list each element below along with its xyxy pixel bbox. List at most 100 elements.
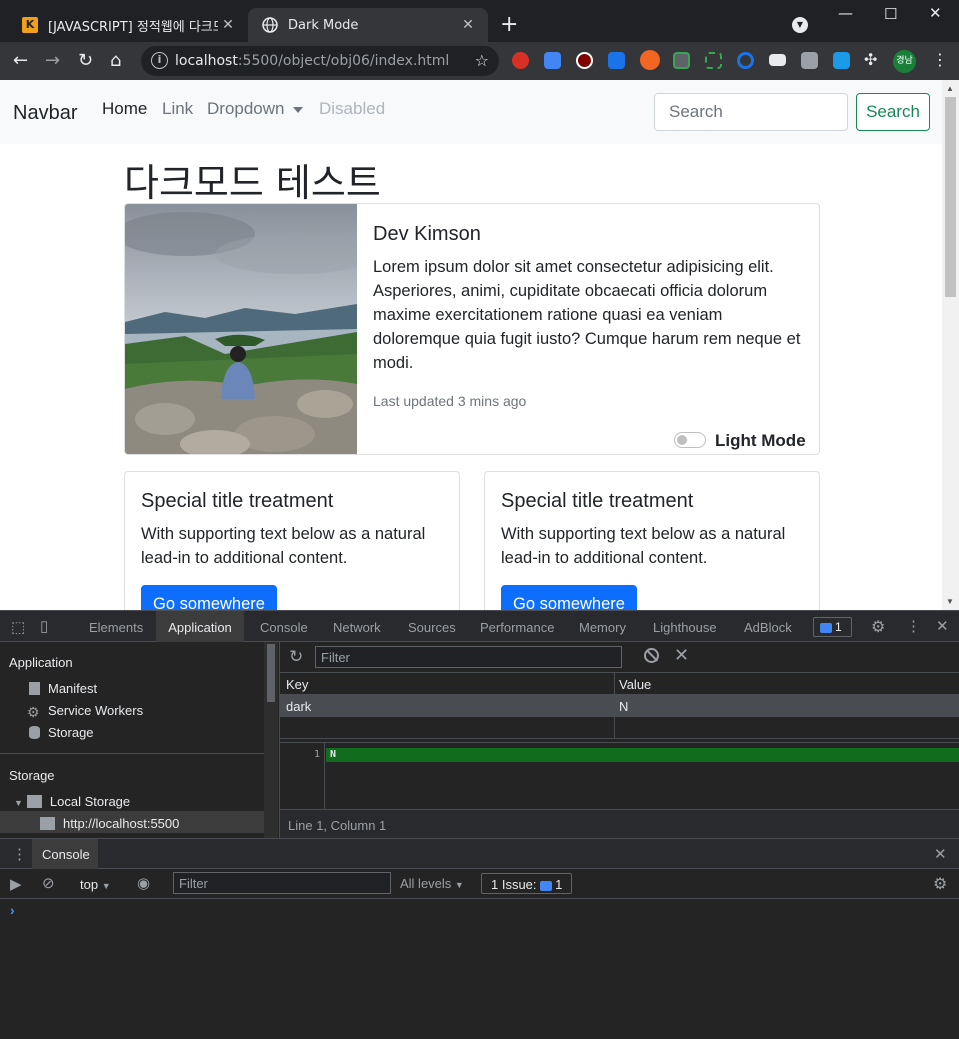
go-somewhere-button[interactable]: Go somewhere: [501, 585, 637, 610]
tab-adblock[interactable]: AdBlock: [744, 620, 792, 635]
tab-lighthouse[interactable]: Lighthouse: [653, 620, 717, 635]
profile-avatar[interactable]: 경남: [893, 50, 916, 73]
column-value[interactable]: Value: [619, 677, 651, 692]
navbar-brand[interactable]: Navbar: [13, 102, 77, 125]
issues-button[interactable]: 1 Issue: 1: [481, 873, 572, 894]
delete-selected-icon[interactable]: ✕: [674, 645, 689, 666]
levels-select[interactable]: All levels ▼: [400, 876, 464, 891]
settings-gear-icon[interactable]: ⚙: [871, 617, 885, 637]
issues-badge[interactable]: 1: [813, 617, 852, 637]
clear-all-icon[interactable]: [644, 648, 659, 663]
extension-mail-icon[interactable]: [769, 54, 786, 66]
devtools-panel: ⬚ ▯ Elements Application Console Network…: [0, 610, 959, 1039]
reload-icon[interactable]: ↻: [78, 50, 93, 71]
preview-line[interactable]: N: [326, 748, 959, 762]
mode-label[interactable]: Light Mode: [715, 431, 806, 451]
sidebar-item-service-workers[interactable]: ⚙ Service Workers: [27, 703, 143, 720]
nav-dropdown[interactable]: Dropdown: [207, 99, 303, 119]
nav-link[interactable]: Link: [162, 99, 193, 119]
scroll-down-icon[interactable]: ▼: [946, 597, 954, 606]
scroll-up-icon[interactable]: ▲: [946, 84, 954, 93]
nav-home[interactable]: Home: [102, 99, 147, 119]
tab-console[interactable]: Console: [260, 620, 308, 635]
tab-application[interactable]: Application: [156, 611, 244, 642]
console-settings-icon[interactable]: ⚙: [933, 874, 947, 894]
nav-disabled: Disabled: [319, 99, 386, 118]
tab-elements[interactable]: Elements: [89, 620, 143, 635]
go-somewhere-button[interactable]: Go somewhere: [141, 585, 277, 610]
close-devtools-icon[interactable]: ✕: [936, 617, 949, 635]
console-prompt[interactable]: ›: [10, 902, 15, 918]
extension-ublock-icon[interactable]: [576, 52, 593, 69]
inspect-element-icon[interactable]: ⬚: [11, 618, 25, 636]
scroll-thumb[interactable]: [945, 97, 956, 297]
row-key[interactable]: dark: [286, 699, 311, 714]
grid-icon: [40, 817, 55, 830]
row-value[interactable]: N: [619, 699, 628, 714]
close-tab-icon[interactable]: ✕: [218, 17, 238, 33]
console-toolbar: ▶ ⊘ top ▼ ◉ All levels ▼ 1 Issue: 1 ⚙: [0, 869, 959, 899]
bookmark-star-icon[interactable]: ☆: [475, 51, 489, 70]
devtools-menu-icon[interactable]: ⋮: [906, 617, 921, 635]
extension-ex-icon[interactable]: [640, 50, 660, 70]
drawer-menu-icon[interactable]: ⋮: [12, 845, 27, 863]
extension-stop-icon[interactable]: [512, 52, 529, 69]
drawer-tab-console[interactable]: Console: [32, 839, 98, 869]
tab-network[interactable]: Network: [333, 620, 381, 635]
k-favicon-icon: K: [22, 17, 38, 33]
sidebar-scrollbar[interactable]: [264, 642, 278, 838]
devtools-tabbar: ⬚ ▯ Elements Application Console Network…: [0, 610, 959, 642]
tab-search-icon[interactable]: ▼: [792, 17, 808, 33]
address-bar[interactable]: i localhost:5500/object/obj06/index.html…: [141, 46, 499, 76]
extension-shield-icon[interactable]: [801, 52, 818, 69]
triangle-down-icon: ▼: [101, 881, 111, 891]
clear-console-icon[interactable]: ⊘: [42, 874, 55, 892]
forward-icon[interactable]: →: [45, 50, 60, 71]
extension-c-icon[interactable]: [737, 52, 754, 69]
eye-icon[interactable]: ◉: [137, 874, 150, 892]
close-tab-icon[interactable]: ✕: [458, 17, 478, 33]
feature-card-text: With supporting text below as a natural …: [141, 525, 426, 567]
table-row-empty[interactable]: [280, 717, 959, 739]
back-icon[interactable]: ←: [13, 50, 28, 71]
tab-blog[interactable]: K [JAVASCRIPT] 정적웹에 다크모드 ✕: [8, 8, 248, 42]
extension-capture-icon[interactable]: [705, 52, 722, 69]
extension-translate-icon[interactable]: [544, 52, 561, 69]
minimize-icon[interactable]: —: [838, 4, 853, 22]
tab-dark-mode[interactable]: Dark Mode ✕: [248, 8, 488, 42]
device-toolbar-icon[interactable]: ▯: [40, 617, 48, 635]
puzzle-icon[interactable]: ✣: [864, 50, 877, 69]
kebab-menu-icon[interactable]: ⋮: [932, 50, 948, 69]
tab-performance[interactable]: Performance: [480, 620, 554, 635]
sidebar-toggle-icon[interactable]: ▶: [10, 875, 22, 893]
tab-sources[interactable]: Sources: [408, 620, 456, 635]
search-button[interactable]: Search: [856, 93, 930, 131]
site-info-icon[interactable]: i: [151, 52, 168, 69]
maximize-icon[interactable]: ☐: [884, 5, 897, 23]
sidebar-item-manifest[interactable]: Manifest: [29, 681, 97, 696]
sidebar-item-local-storage[interactable]: ▼ Local Storage: [14, 794, 130, 809]
sidebar-item-storage[interactable]: Storage: [29, 725, 94, 740]
extension-todo-icon[interactable]: [833, 52, 850, 69]
column-key[interactable]: Key: [286, 677, 308, 692]
close-drawer-icon[interactable]: ✕: [934, 845, 947, 863]
sidebar-scroll-thumb[interactable]: [267, 644, 275, 702]
sidebar-heading-storage: Storage: [9, 768, 55, 783]
extension-download-icon[interactable]: [608, 52, 625, 69]
dark-mode-toggle[interactable]: [674, 432, 706, 448]
console-filter-input[interactable]: [173, 872, 391, 894]
table-row[interactable]: dark N: [280, 695, 959, 717]
extension-check-icon[interactable]: [673, 52, 690, 69]
close-window-icon[interactable]: ✕: [929, 4, 942, 22]
home-icon[interactable]: ⌂: [110, 50, 121, 71]
storage-filter-input[interactable]: [315, 646, 622, 668]
context-select[interactable]: top ▼: [80, 877, 111, 892]
sidebar-item-origin[interactable]: http://localhost:5500: [40, 816, 179, 831]
refresh-icon[interactable]: ↻: [289, 647, 303, 667]
value-preview: 1 N: [280, 742, 959, 810]
issue-chat-icon: [540, 880, 553, 891]
search-input[interactable]: [654, 93, 848, 131]
page-scrollbar[interactable]: ▲ ▼: [942, 80, 959, 610]
tab-memory[interactable]: Memory: [579, 620, 626, 635]
new-tab-button[interactable]: +: [500, 12, 518, 37]
